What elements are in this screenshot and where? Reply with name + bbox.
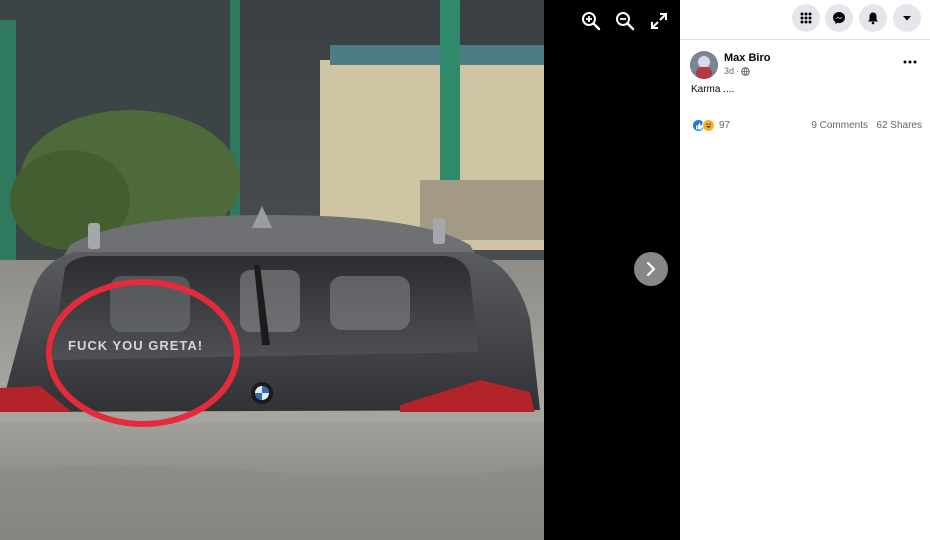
more-options-button[interactable] [900, 55, 920, 69]
more-icon [903, 60, 917, 64]
zoom-in-button[interactable] [580, 10, 602, 32]
svg-text:FUCK YOU GRETA!: FUCK YOU GRETA! [68, 338, 203, 353]
next-photo-button[interactable] [634, 252, 668, 286]
zoom-out-button[interactable] [614, 10, 636, 32]
bell-icon [868, 12, 878, 25]
haha-reaction-icon [702, 119, 715, 132]
author-name[interactable]: Max Biro [724, 52, 770, 64]
messenger-icon [833, 12, 845, 24]
shares-link[interactable]: 62 Shares [876, 120, 922, 131]
post-photo[interactable]: FUCK YOU GRETA! [0, 0, 544, 540]
fullscreen-button[interactable] [648, 10, 670, 32]
zoom-out-icon [616, 12, 635, 31]
comments-link[interactable]: 9 Comments [811, 120, 868, 131]
messenger-button[interactable] [825, 4, 853, 32]
post-text: Karma .... [691, 84, 735, 95]
flooded-car-photo: FUCK YOU GRETA! [0, 0, 544, 540]
top-nav-bar [680, 0, 930, 40]
notifications-button[interactable] [859, 4, 887, 32]
zoom-in-icon [582, 12, 601, 31]
reaction-count: 97 [719, 120, 731, 131]
post-time[interactable]: 3d [724, 66, 734, 76]
post-meta: 3d · [724, 66, 750, 76]
caret-down-icon [903, 16, 911, 21]
globe-icon [741, 66, 750, 76]
photo-viewer: FUCK YOU GRETA! [0, 0, 680, 540]
grid-menu-icon [800, 12, 812, 24]
avatar[interactable] [690, 51, 718, 79]
separator-dot: · [736, 66, 740, 76]
post-header: Max Biro 3d · [690, 51, 920, 81]
menu-button[interactable] [792, 4, 820, 32]
expand-icon [651, 13, 667, 29]
account-button[interactable] [893, 4, 921, 32]
chevron-right-icon [646, 261, 656, 277]
post-panel: Max Biro 3d · Karma .... 97 9 Comments 6… [680, 0, 930, 540]
post-stats: 97 9 Comments 62 Shares [692, 118, 922, 134]
profile-picture [690, 51, 718, 79]
reactions[interactable]: 97 [692, 119, 730, 132]
